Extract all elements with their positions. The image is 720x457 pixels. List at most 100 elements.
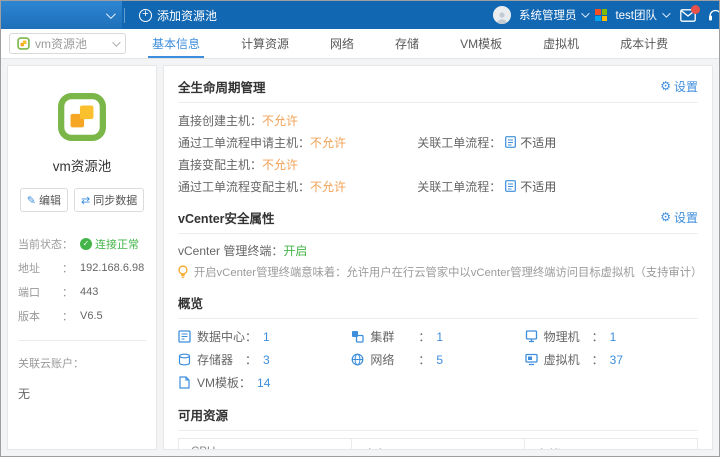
- chevron-down-icon: [106, 9, 116, 19]
- overview-value[interactable]: 14: [257, 376, 270, 390]
- tab-compute[interactable]: 计算资源: [237, 31, 293, 58]
- lifecycle-row: 直接变配主机： 不允许: [178, 153, 698, 175]
- lifecycle-settings-link[interactable]: ⚙ 设置: [660, 78, 698, 95]
- support-button[interactable]: [708, 8, 719, 22]
- tab-network[interactable]: 网络: [326, 31, 358, 58]
- lifecycle-row: 直接创建主机： 不允许: [178, 109, 698, 131]
- lifecycle-row: 通过工单流程申请主机： 不允许 关联工单流程： 不适用: [178, 131, 698, 153]
- overview-value[interactable]: 1: [263, 330, 270, 344]
- terminal-value: 开启: [283, 242, 307, 259]
- overview-value[interactable]: 5: [436, 353, 443, 367]
- overview-value[interactable]: 1: [436, 330, 443, 344]
- workflow-label: 关联工单流程：: [417, 134, 501, 151]
- messages-button[interactable]: [680, 9, 696, 22]
- divider: [178, 233, 698, 234]
- row-label: 直接变配主机：: [178, 156, 262, 173]
- row-label: 直接创建主机：: [178, 112, 262, 129]
- overview-item-vm: 虚拟机 ： 37: [525, 348, 698, 371]
- version-value: V6.5: [80, 310, 103, 322]
- settings-label: 设置: [674, 209, 698, 226]
- physical-host-icon: [525, 330, 538, 343]
- lifecycle-section-header: 全生命周期管理 ⚙ 设置: [178, 76, 698, 96]
- linked-account-value: 无: [18, 385, 146, 402]
- row-value: 不允许: [262, 156, 298, 173]
- lifecycle-row: 通过工单流程变配主机： 不允许 关联工单流程： 不适用: [178, 175, 698, 197]
- resource-pool-icon: [17, 37, 30, 50]
- overview-label: VM模板：: [197, 374, 251, 391]
- team-menu[interactable]: test团队: [615, 7, 668, 23]
- overview-item-datacenter: 数据中心： 1: [178, 325, 351, 348]
- version-row: 版本 ： V6.5: [18, 304, 146, 328]
- divider: [178, 430, 698, 431]
- status-badge: ✓ 连接正常: [80, 236, 139, 252]
- port-value: 443: [80, 286, 98, 298]
- workflow-value: 不适用: [520, 178, 556, 195]
- sync-data-button[interactable]: ⇄ 同步数据: [74, 188, 144, 212]
- overview-label: 网络 ：: [370, 351, 430, 368]
- tab-vm-template[interactable]: VM模板: [456, 31, 506, 58]
- gear-icon: ⚙: [660, 211, 671, 223]
- pool-info-list: 当前状态： ✓ 连接正常 地址 ： 192.168.6.98 端口 ： 443 …: [18, 232, 146, 328]
- overview-label: 虚拟机 ：: [544, 351, 604, 368]
- cpu-card-title: CPU: [191, 446, 339, 450]
- pool-select-value: vm资源池: [35, 35, 87, 52]
- plus-circle-icon: +: [139, 9, 152, 22]
- team-grid-icon: [595, 9, 607, 21]
- document-icon: [505, 180, 516, 192]
- address-row: 地址 ： 192.168.6.98: [18, 256, 146, 280]
- document-icon: [505, 136, 516, 148]
- tab-basic-info[interactable]: 基本信息: [148, 31, 204, 58]
- pool-title: vm资源池: [18, 155, 146, 175]
- pool-select[interactable]: vm资源池: [9, 33, 126, 54]
- vm-template-icon: [178, 376, 191, 389]
- lifecycle-title: 全生命周期管理: [178, 77, 266, 96]
- content-area: vm资源池 ✎ 编辑 ⇄ 同步数据 当前状态： ✓ 连接正常: [1, 59, 719, 456]
- overview-value[interactable]: 1: [610, 330, 617, 344]
- tab-storage[interactable]: 存储: [391, 31, 423, 58]
- check-circle-icon: ✓: [80, 238, 92, 250]
- chevron-down-icon: [112, 38, 120, 46]
- top-bar: + 添加资源池 系统管理员 test团队: [1, 1, 719, 29]
- status-row: 当前状态： ✓ 连接正常: [18, 232, 146, 256]
- tab-billing[interactable]: 成本计费: [616, 31, 672, 58]
- user-menu[interactable]: 系统管理员: [519, 7, 588, 23]
- edit-label: 编辑: [39, 192, 61, 208]
- divider: [178, 102, 698, 103]
- tabs-toolbar: vm资源池 基本信息 计算资源 网络 存储 VM模板 虚拟机 成本计费: [1, 29, 719, 59]
- avatar[interactable]: [493, 6, 511, 24]
- storage-card: 存储 可用: 745.26 GB: [524, 439, 697, 450]
- overview-value[interactable]: 3: [263, 353, 270, 367]
- terminal-tip: 开启vCenter管理终端意味着：允许用户在行云管家中以vCenter管理终端访…: [178, 262, 698, 282]
- overview-item-template: VM模板： 14: [178, 371, 351, 394]
- version-label: 版本 ：: [18, 308, 80, 324]
- workflow-label: 关联工单流程：: [417, 178, 501, 195]
- terminal-label: vCenter 管理终端：: [178, 242, 283, 259]
- overview-label: 数据中心：: [197, 328, 257, 345]
- storage-card-title: 存储: [537, 446, 685, 450]
- overview-value[interactable]: 37: [610, 353, 623, 367]
- add-resource-pool-button[interactable]: + 添加资源池: [139, 7, 217, 24]
- row-label: 通过工单流程申请主机：: [178, 134, 310, 151]
- security-settings-link[interactable]: ⚙ 设置: [660, 209, 698, 226]
- bulb-icon: [178, 265, 188, 279]
- resource-cards: CPU CPU 可用: 12.29 GHz: [178, 438, 698, 450]
- virtual-machine-icon: [525, 353, 538, 366]
- overview-item-cluster: 集群 ： 1: [351, 325, 524, 348]
- overview-item-host: 物理机 ： 1: [525, 325, 698, 348]
- network-globe-icon: [351, 353, 364, 366]
- resource-pool-logo: [57, 92, 107, 142]
- memory-card-title: 内存: [364, 446, 512, 450]
- status-label: 当前状态：: [18, 236, 80, 252]
- terminal-row: vCenter 管理终端： 开启: [178, 240, 698, 261]
- edit-button[interactable]: ✎ 编辑: [20, 188, 68, 212]
- workspace-dropdown[interactable]: [1, 1, 122, 29]
- topbar-right-cluster: 系统管理员 test团队: [493, 6, 719, 24]
- tab-virtual-machine[interactable]: 虚拟机: [539, 31, 583, 58]
- user-name: 系统管理员: [519, 7, 577, 23]
- overview-label: 集群 ：: [370, 328, 430, 345]
- sync-icon: ⇄: [81, 194, 90, 207]
- gear-icon: ⚙: [660, 80, 671, 92]
- sync-label: 同步数据: [93, 192, 137, 208]
- overview-grid: 数据中心： 1 集群 ： 1 物理机 ： 1 存储器 ： 3: [178, 325, 698, 394]
- resources-section-header: 可用资源: [178, 404, 698, 424]
